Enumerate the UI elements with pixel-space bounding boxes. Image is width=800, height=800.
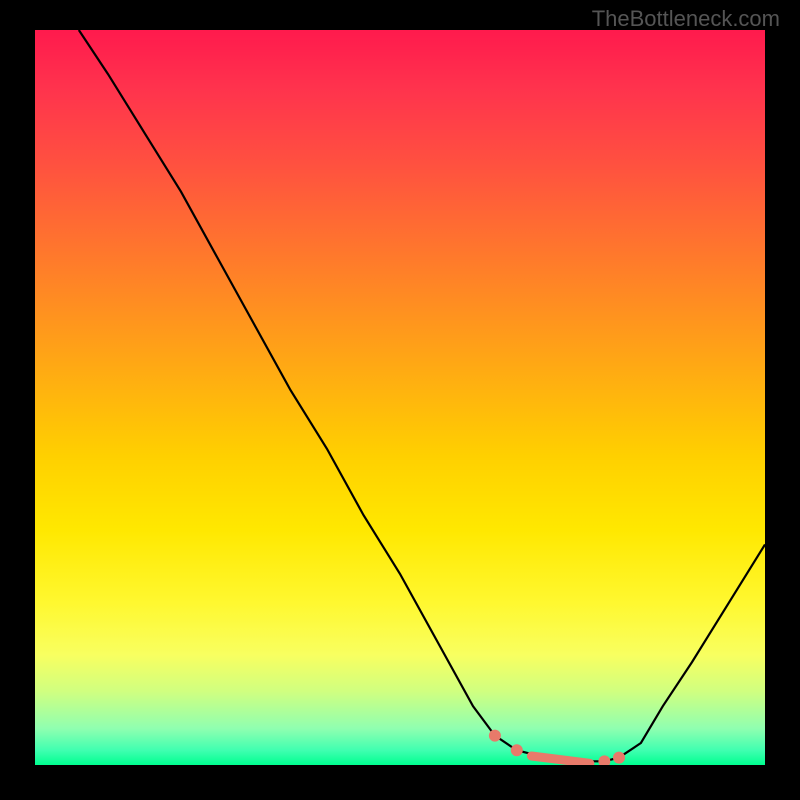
chart-marker-dot xyxy=(598,755,610,765)
chart-marker-dot xyxy=(489,730,501,742)
chart-marker-dot xyxy=(511,744,523,756)
chart-svg xyxy=(35,30,765,765)
chart-plot-area xyxy=(35,30,765,765)
chart-marker-dot xyxy=(613,752,625,764)
chart-marker-dash xyxy=(531,756,589,763)
watermark-text: TheBottleneck.com xyxy=(592,6,780,32)
chart-curve xyxy=(79,30,765,761)
chart-markers xyxy=(489,730,625,765)
